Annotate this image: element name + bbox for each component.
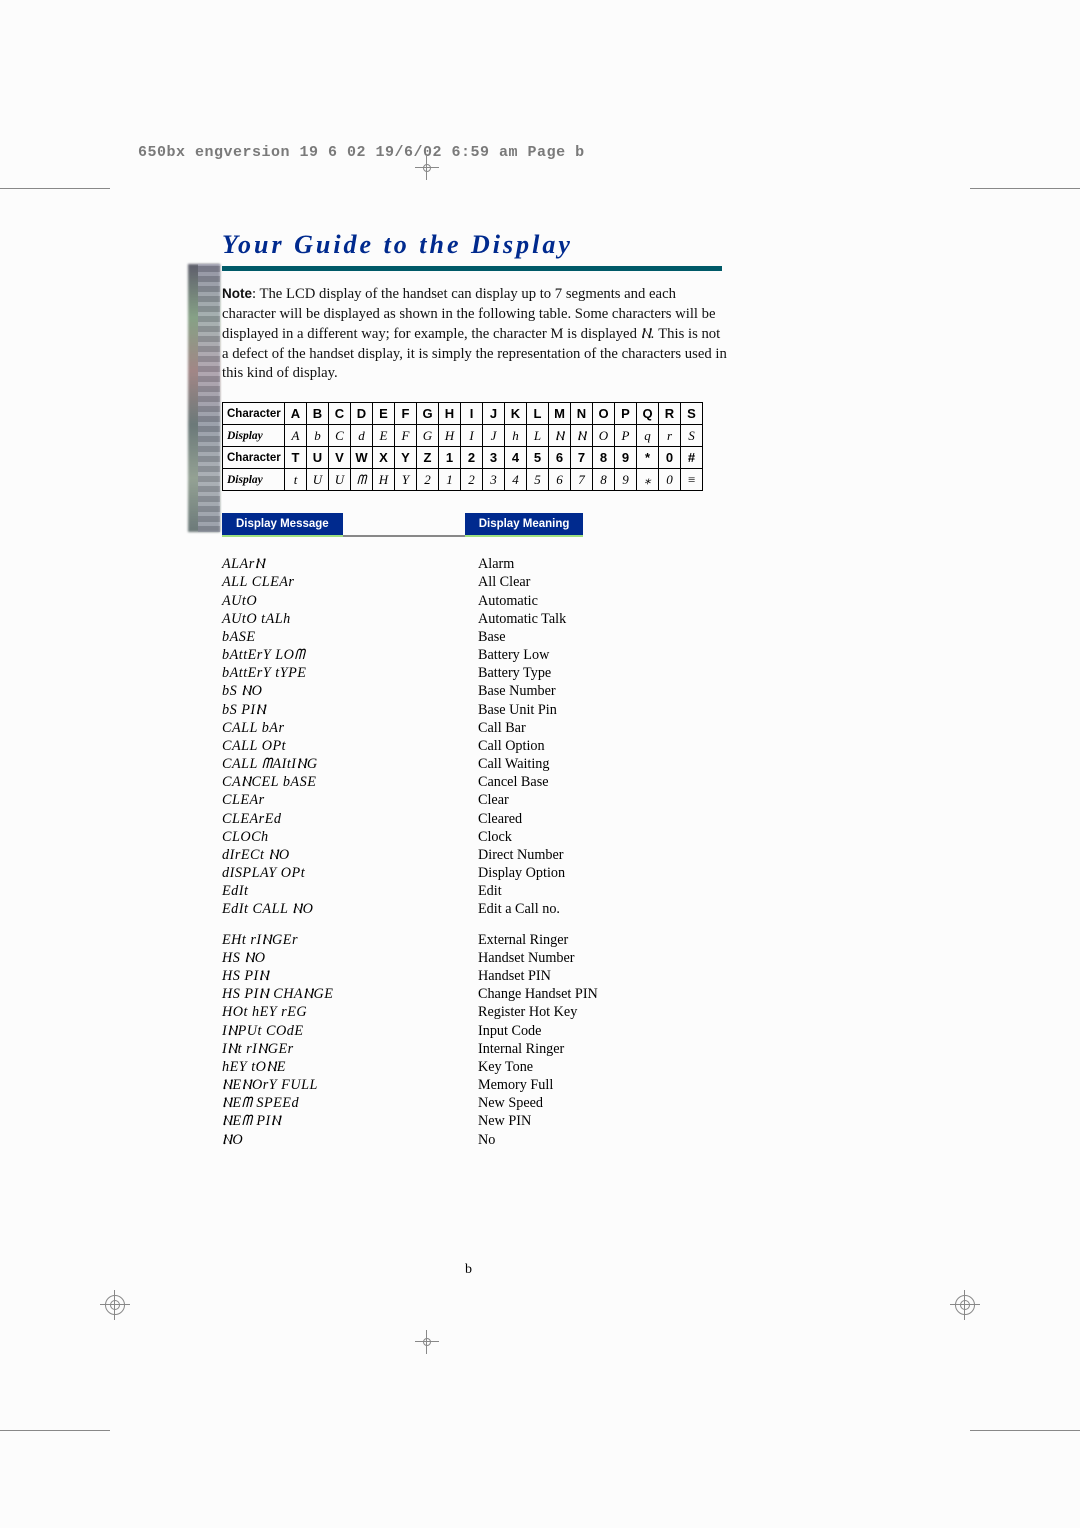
display-message-code: AUtO: [222, 592, 478, 610]
crop-mark-top: [415, 156, 439, 180]
display-meaning-text: Edit: [478, 882, 734, 900]
charmap-label-display-2: Display: [223, 469, 285, 491]
display-message-code: bAttErY tYPE: [222, 664, 478, 682]
trim-rule-bottom-right: [970, 1430, 1080, 1431]
display-message-code: CALL OPt: [222, 737, 478, 755]
display-meaning-text: Edit a Call no.: [478, 900, 734, 918]
display-message-code: CAⲚCEL bASE: [222, 773, 478, 791]
display-message-code: CALL bAr: [222, 719, 478, 737]
note-glyph-example: Ⲛ.: [641, 326, 655, 342]
display-message-code: EHt rIⲚGEr: [222, 931, 478, 949]
display-message-code: AUtO tALh: [222, 610, 478, 628]
display-meaning-text: Internal Ringer: [478, 1040, 734, 1058]
crop-mark-bottom: [415, 1330, 439, 1354]
column-heading-bar: Display Message Display Meaning: [222, 513, 728, 537]
heading-display-meaning: Display Meaning: [465, 513, 584, 537]
display-meaning-text: Change Handset PIN: [478, 985, 734, 1003]
display-message-code: CLEAr: [222, 791, 478, 809]
page-content: Your Guide to the Display Note: The LCD …: [222, 230, 728, 1149]
display-message-code: HOt hEY rEG: [222, 1003, 478, 1021]
charmap-row-char-2: Character T U V W X Y Z 1 2 3 4 5 6 7 8 …: [223, 447, 703, 469]
trim-rule-top-left: [0, 188, 110, 189]
character-map-table: Character A B C D E F G H I J K L M N O …: [222, 402, 703, 491]
charmap-label-character: Character: [223, 403, 285, 425]
display-meaning-text: Direct Number: [478, 846, 734, 864]
display-message-code: IⲚPUt COdE: [222, 1022, 478, 1040]
heading-display-message: Display Message: [222, 513, 343, 537]
display-message-code: ⲚO: [222, 1131, 478, 1149]
display-meaning-text: Clock: [478, 828, 734, 846]
display-meaning-text: Call Waiting: [478, 755, 734, 773]
display-message-code: CALL ᗰAItIⲚG: [222, 755, 478, 773]
trim-rule-top-right: [970, 188, 1080, 189]
note-paragraph: Note: The LCD display of the handset can…: [222, 285, 728, 384]
display-message-code: EdIt CALL ⲚO: [222, 900, 478, 918]
charmap-label-display: Display: [223, 425, 285, 447]
display-message-code: hEY tOⲚE: [222, 1058, 478, 1076]
display-meaning-text: New Speed: [478, 1094, 734, 1112]
display-message-code: HS PIⲚ: [222, 967, 478, 985]
definitions-list-2: EHt rIⲚGErExternal RingerHS ⲚOHandset Nu…: [222, 931, 728, 1149]
display-meaning-text: Automatic Talk: [478, 610, 734, 628]
display-meaning-text: Memory Full: [478, 1076, 734, 1094]
display-meaning-text: Clear: [478, 791, 734, 809]
display-meaning-text: Key Tone: [478, 1058, 734, 1076]
display-message-code: ALArⲚ: [222, 555, 478, 573]
display-message-code: ⲚEᗰ SPEEd: [222, 1094, 478, 1112]
display-meaning-text: Handset Number: [478, 949, 734, 967]
display-meaning-text: Cleared: [478, 810, 734, 828]
display-message-code: dIrECt ⲚO: [222, 846, 478, 864]
display-meaning-text: No: [478, 1131, 734, 1149]
display-message-code: IⲚt rIⲚGEr: [222, 1040, 478, 1058]
display-meaning-text: Display Option: [478, 864, 734, 882]
display-meaning-text: New PIN: [478, 1112, 734, 1130]
display-meaning-text: Battery Low: [478, 646, 734, 664]
display-meaning-text: Alarm: [478, 555, 734, 573]
display-message-code: bS PIⲚ: [222, 701, 478, 719]
charmap-label-character-2: Character: [223, 447, 285, 469]
display-message-code: dISPLAY OPt: [222, 864, 478, 882]
display-message-code: bASE: [222, 628, 478, 646]
display-message-code: bS ⲚO: [222, 682, 478, 700]
display-meaning-text: Cancel Base: [478, 773, 734, 791]
page-number: b: [465, 1262, 472, 1278]
registration-mark-left: [100, 1290, 130, 1320]
page-title: Your Guide to the Display: [222, 230, 728, 260]
display-message-code: EdIt: [222, 882, 478, 900]
print-header-meta: 650bx engversion 19 6 02 19/6/02 6:59 am…: [138, 144, 585, 161]
display-meaning-text: Battery Type: [478, 664, 734, 682]
note-label: Note: [222, 286, 252, 301]
display-meaning-text: Automatic: [478, 592, 734, 610]
display-message-code: CLOCh: [222, 828, 478, 846]
registration-mark-right: [950, 1290, 980, 1320]
display-meaning-text: Base: [478, 628, 734, 646]
trim-rule-bottom-left: [0, 1430, 110, 1431]
display-message-code: CLEArEd: [222, 810, 478, 828]
display-message-code: ⲚEⲚOrY FULL: [222, 1076, 478, 1094]
display-meaning-text: Input Code: [478, 1022, 734, 1040]
display-message-code: HS ⲚO: [222, 949, 478, 967]
title-underline: [222, 266, 722, 271]
display-message-code: bAttErY LOᗰ: [222, 646, 478, 664]
display-meaning-text: External Ringer: [478, 931, 734, 949]
display-meaning-text: All Clear: [478, 573, 734, 591]
display-meaning-text: Register Hot Key: [478, 1003, 734, 1021]
charmap-row-char-1: Character A B C D E F G H I J K L M N O …: [223, 403, 703, 425]
display-meaning-text: Base Unit Pin: [478, 701, 734, 719]
definitions-list-1: ALArⲚAlarmALL CLEArAll ClearAUtOAutomati…: [222, 555, 728, 918]
display-message-code: ALL CLEAr: [222, 573, 478, 591]
display-message-code: ⲚEᗰ PIⲚ: [222, 1112, 478, 1130]
charmap-row-disp-2: Display t U U ᗰ H Y 2 1 2 3 4 5 6 7 8 9 …: [223, 469, 703, 491]
display-meaning-text: Call Bar: [478, 719, 734, 737]
decorative-side-strip-overlay: [198, 264, 220, 532]
charmap-row-disp-1: Display A b C d E F G H I J h L Ⲛ Ⲛ O P …: [223, 425, 703, 447]
display-meaning-text: Handset PIN: [478, 967, 734, 985]
heading-divider-graphic: [343, 535, 465, 537]
display-message-code: HS PIⲚ CHAⲚGE: [222, 985, 478, 1003]
display-meaning-text: Call Option: [478, 737, 734, 755]
display-meaning-text: Base Number: [478, 682, 734, 700]
